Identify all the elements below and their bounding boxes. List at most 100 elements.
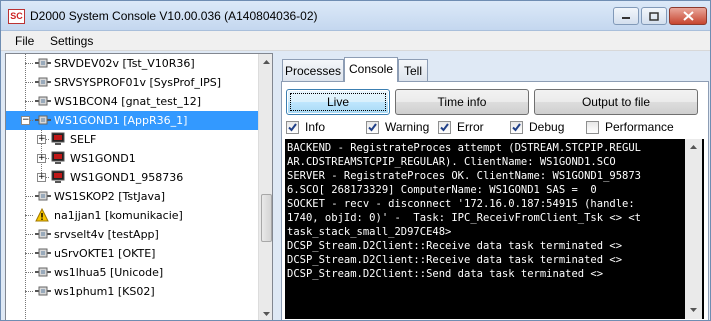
scroll-down-button[interactable]: [260, 307, 272, 320]
filter-label: Warning: [385, 120, 430, 134]
filter-label: Error: [457, 120, 484, 134]
process-icon: [35, 189, 51, 206]
checkbox-box[interactable]: [286, 121, 299, 134]
tree-item[interactable]: SRVDEV02v [Tst_V10R36]: [6, 54, 258, 73]
tree-line: [25, 63, 33, 64]
filter-label: Performance: [605, 120, 674, 134]
console-panel: Processes Console Tell Live Time info Ou…: [278, 53, 710, 320]
minimize-icon: [622, 17, 630, 19]
computer-icon: [51, 170, 65, 187]
tree-item[interactable]: WS1SKOP2 [TstJava]: [6, 187, 258, 206]
expand-icon[interactable]: +: [37, 154, 46, 163]
computer-icon: [51, 151, 65, 168]
tree-item[interactable]: srvselt4v [testApp]: [6, 225, 258, 244]
tree-item[interactable]: + SELF: [6, 130, 258, 149]
main-window: SC D2000 System Console V10.00.036 (A140…: [0, 0, 711, 321]
tab-console[interactable]: Console: [344, 57, 398, 82]
tree-line: [25, 272, 33, 273]
process-icon: [35, 284, 51, 301]
tab-tell[interactable]: Tell: [398, 59, 428, 81]
console-line: DCSP_Stream.D2Client::Send data task ter…: [287, 268, 604, 280]
checkmark-icon: [368, 123, 377, 132]
process-icon: [35, 75, 51, 92]
process-icon: [35, 227, 51, 244]
tree-item[interactable]: WS1BCON4 [gnat_test_12]: [6, 92, 258, 111]
tree-scrollbar[interactable]: [258, 54, 272, 320]
console-output[interactable]: BACKEND - RegistrateProces attempt (DSTR…: [285, 139, 704, 319]
console-scroll-down-button[interactable]: [687, 303, 700, 317]
tree-item[interactable]: − WS1GOND1 [AppR36_1]: [6, 111, 258, 130]
console-line: AR.CDSTREAMSTCPIP_REGULAR). ClientName: …: [287, 156, 616, 168]
tab-processes[interactable]: Processes: [282, 59, 344, 81]
console-line: task_stack_small_2D97CE48>: [287, 226, 452, 238]
console-line: DCSP_Stream.D2Client::Receive data task …: [287, 240, 623, 252]
console-line: SERVER - RegistrateProces OK. ClientName…: [287, 170, 642, 182]
console-lines: BACKEND - RegistrateProces attempt (DSTR…: [287, 141, 685, 281]
arrow-down-icon: [690, 308, 697, 312]
console-line: BACKEND - RegistrateProces attempt (DSTR…: [287, 142, 642, 154]
tree-item-label: SRVSYSPROF01v [SysProf_IPS]: [54, 76, 221, 89]
tree-item-label: ws1phum1 [KS02]: [54, 285, 155, 298]
tree-line: [25, 82, 33, 83]
live-button[interactable]: Live: [286, 89, 390, 115]
title-bar[interactable]: SC D2000 System Console V10.00.036 (A140…: [1, 1, 710, 31]
checkbox-box[interactable]: [366, 121, 379, 134]
console-line: DCSP_Stream.D2Client::Receive data task …: [287, 254, 623, 266]
tree-item[interactable]: ws1lhua5 [Unicode]: [6, 263, 258, 282]
arrow-down-icon: [263, 312, 270, 316]
tree-item[interactable]: ws1phum1 [KS02]: [6, 282, 258, 301]
expand-icon[interactable]: +: [37, 173, 46, 182]
tree-item[interactable]: SRVSYSPROF01v [SysProf_IPS]: [6, 73, 258, 92]
tree-item-label: srvselt4v [testApp]: [54, 228, 159, 241]
tree-item-label: WS1GOND1_958736: [70, 171, 184, 184]
console-tab-content: Live Time info Output to file Info Warnin…: [281, 81, 709, 320]
minimize-button[interactable]: [613, 7, 639, 25]
menu-file[interactable]: File: [15, 34, 34, 48]
expand-icon[interactable]: +: [37, 135, 46, 144]
arrow-up-icon: [263, 60, 270, 64]
close-button[interactable]: [669, 7, 707, 25]
tree-item-label: na1jjan1 [komunikacie]: [54, 209, 183, 222]
tree-line: [25, 196, 33, 197]
tree-item[interactable]: + WS1GOND1: [6, 149, 258, 168]
tree-item-label: uSrvOKTE1 [OKTE]: [54, 247, 156, 260]
checkbox-box[interactable]: [586, 121, 599, 134]
tree-item[interactable]: + WS1GOND1_958736: [6, 168, 258, 187]
process-tree-panel: SRVDEV02v [Tst_V10R36] SRVSYSPROF01v [Sys…: [5, 53, 273, 320]
arrow-up-icon: [690, 145, 697, 149]
checkmark-icon: [288, 123, 297, 132]
process-icon: [35, 113, 51, 130]
process-tree[interactable]: SRVDEV02v [Tst_V10R36] SRVSYSPROF01v [Sys…: [6, 54, 258, 320]
filter-label: Info: [305, 120, 326, 134]
tree-item-label: SRVDEV02v [Tst_V10R36]: [54, 57, 195, 70]
process-icon: [35, 94, 51, 111]
warning-icon: [35, 207, 49, 225]
tree-item-label: WS1BCON4 [gnat_test_12]: [54, 95, 201, 108]
output-to-file-button[interactable]: Output to file: [534, 89, 698, 115]
console-scroll-up-button[interactable]: [687, 140, 700, 154]
window-title: D2000 System Console V10.00.036 (A140804…: [30, 9, 318, 23]
scroll-thumb[interactable]: [261, 194, 272, 242]
maximize-icon: [649, 11, 659, 21]
tree-item-label: WS1GOND1: [70, 152, 136, 165]
scroll-up-button[interactable]: [260, 55, 272, 69]
tree-item-label: WS1SKOP2 [TstJava]: [54, 190, 165, 203]
process-icon: [35, 246, 51, 263]
maximize-button[interactable]: [641, 7, 667, 25]
checkbox-box[interactable]: [438, 121, 451, 134]
console-line: 1740, objId: 0)' - Task: IPC_ReceivFromC…: [287, 212, 642, 224]
console-scrollbar[interactable]: [685, 139, 702, 319]
tree-item[interactable]: na1jjan1 [komunikacie]: [6, 206, 258, 225]
process-icon: [35, 56, 51, 73]
app-icon: SC: [8, 9, 25, 24]
tree-item-label: SELF: [70, 133, 97, 146]
collapse-icon[interactable]: −: [21, 116, 30, 125]
time-info-button[interactable]: Time info: [395, 89, 529, 115]
menu-settings[interactable]: Settings: [50, 34, 93, 48]
tree-line: [25, 253, 33, 254]
checkmark-icon: [512, 123, 521, 132]
tree-item-label: WS1GOND1 [AppR36_1]: [54, 114, 188, 127]
tree-item[interactable]: uSrvOKTE1 [OKTE]: [6, 244, 258, 263]
checkmark-icon: [440, 123, 449, 132]
checkbox-box[interactable]: [510, 121, 523, 134]
